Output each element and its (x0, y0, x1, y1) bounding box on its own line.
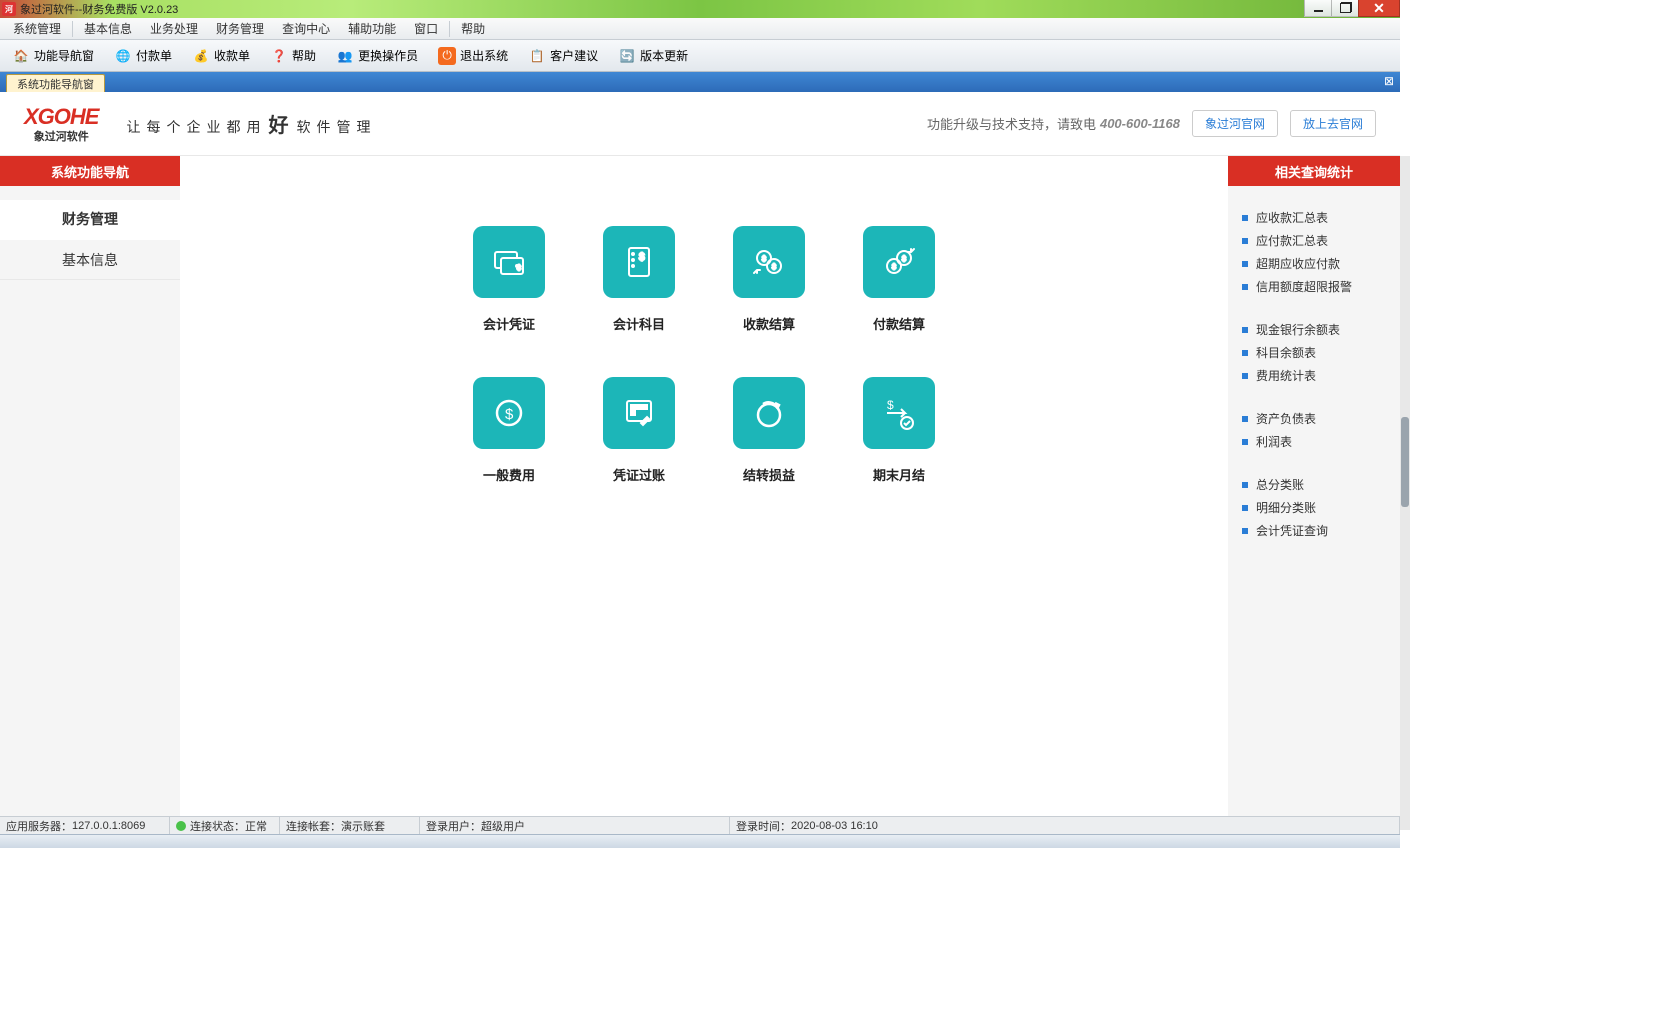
svg-text:$: $ (892, 264, 896, 271)
link-profit[interactable]: 利润表 (1228, 430, 1400, 453)
refresh-icon: 🔄 (618, 47, 636, 65)
svg-text:$: $ (762, 256, 766, 263)
help-icon: ❓ (270, 47, 288, 65)
link-official[interactable]: 象过河官网 (1192, 110, 1278, 137)
scrollbar[interactable] (1400, 156, 1410, 830)
user-icon: 👥 (336, 47, 354, 65)
tile-pay[interactable]: $$ 付款结算 (834, 226, 964, 333)
left-header: 系统功能导航 (0, 156, 180, 186)
menu-aux[interactable]: 辅助功能 (339, 18, 405, 39)
maximize-button[interactable] (1331, 0, 1359, 17)
monthend-icon: $ (879, 393, 919, 433)
toolbar-update[interactable]: 🔄版本更新 (610, 44, 696, 68)
minimize-button[interactable] (1304, 0, 1332, 17)
app-icon: 河 (2, 2, 16, 16)
home-icon: 🏠 (12, 47, 30, 65)
main-content: $ 会计凭证 $ 会计科目 $$ 收款结算 $$ 付款结算 $ 一般费用 凭证过… (180, 156, 1228, 830)
support-phone: 400-600-1168 (1100, 116, 1180, 131)
voucher-icon: $ (489, 242, 529, 282)
receive-icon: $$ (749, 242, 789, 282)
menu-business[interactable]: 业务处理 (141, 18, 207, 39)
toolbar-exit[interactable]: ⏻退出系统 (430, 44, 516, 68)
tile-grid: $ 会计凭证 $ 会计科目 $$ 收款结算 $$ 付款结算 $ 一般费用 凭证过… (180, 226, 1228, 484)
close-button[interactable]: ✕ (1358, 0, 1400, 17)
expense-icon: $ (489, 393, 529, 433)
tile-voucher[interactable]: $ 会计凭证 (444, 226, 574, 333)
window-title: 象过河软件--财务免费版 V2.0.23 (20, 1, 178, 17)
svg-text:$: $ (887, 398, 894, 412)
toolbar-help[interactable]: ❓帮助 (262, 44, 324, 68)
carry-icon (749, 393, 789, 433)
slogan: 让每个企业都用好软件管理 (126, 109, 376, 138)
window-titlebar: 河 象过河软件--财务免费版 V2.0.23 ✕ (0, 0, 1400, 18)
svg-text:$: $ (505, 406, 514, 423)
subject-icon: $ (619, 242, 659, 282)
toolbar-nav[interactable]: 🏠功能导航窗 (4, 44, 102, 68)
toolbar-receipt[interactable]: 💰收款单 (184, 44, 258, 68)
link-generalledger[interactable]: 总分类账 (1228, 473, 1400, 496)
menubar: 系统管理 基本信息 业务处理 财务管理 查询中心 辅助功能 窗口 帮助 (0, 18, 1400, 40)
coins-icon: 💰 (192, 47, 210, 65)
tab-nav[interactable]: 系统功能导航窗 (6, 74, 105, 92)
tile-expense[interactable]: $ 一般费用 (444, 377, 574, 484)
menu-finance[interactable]: 财务管理 (207, 18, 273, 39)
svg-text:$: $ (639, 252, 645, 263)
left-sidebar: 系统功能导航 财务管理 基本信息 (0, 156, 180, 830)
svg-text:$: $ (772, 264, 776, 271)
status-user: 超级用户 (481, 818, 525, 834)
link-detailledger[interactable]: 明细分类账 (1228, 496, 1400, 519)
tile-post[interactable]: 凭证过账 (574, 377, 704, 484)
scrollbar-thumb[interactable] (1401, 417, 1409, 507)
link-subjectbalance[interactable]: 科目余额表 (1228, 341, 1400, 364)
link-overdue[interactable]: 超期应收应付款 (1228, 252, 1400, 275)
note-icon: 📋 (528, 47, 546, 65)
svg-text:$: $ (902, 256, 906, 263)
link-voucherquery[interactable]: 会计凭证查询 (1228, 519, 1400, 542)
status-account: 演示账套 (341, 818, 385, 834)
link-creditlimit[interactable]: 信用额度超限报警 (1228, 275, 1400, 298)
link-top[interactable]: 放上去官网 (1290, 110, 1376, 137)
sidebar-item-finance[interactable]: 财务管理 (0, 200, 180, 240)
toolbar-payment[interactable]: 🌐付款单 (106, 44, 180, 68)
sidebar-item-baseinfo[interactable]: 基本信息 (0, 240, 180, 280)
status-time: 2020-08-03 16:10 (791, 820, 878, 832)
right-header: 相关查询统计 (1228, 156, 1400, 186)
link-cashbank[interactable]: 现金银行余额表 (1228, 318, 1400, 341)
menu-window[interactable]: 窗口 (405, 18, 447, 39)
toolbar-switchuser[interactable]: 👥更换操作员 (328, 44, 426, 68)
menu-query[interactable]: 查询中心 (273, 18, 339, 39)
menu-system[interactable]: 系统管理 (4, 18, 70, 39)
pay-icon: $$ (879, 242, 919, 282)
tile-receive[interactable]: $$ 收款结算 (704, 226, 834, 333)
link-balancesheet[interactable]: 资产负债表 (1228, 407, 1400, 430)
tabstrip: 系统功能导航窗 ⊠ (0, 72, 1400, 92)
link-expensestat[interactable]: 费用统计表 (1228, 364, 1400, 387)
svg-text:$: $ (517, 265, 521, 272)
tab-close-icon[interactable]: ⊠ (1382, 74, 1396, 88)
post-icon (619, 393, 659, 433)
status-server: 127.0.0.1:8069 (72, 820, 145, 832)
tile-carry[interactable]: 结转损益 (704, 377, 834, 484)
support-text: 功能升级与技术支持，请致电 (927, 114, 1096, 133)
tile-monthend[interactable]: $ 期末月结 (834, 377, 964, 484)
os-taskbar (0, 834, 1400, 848)
toolbar-feedback[interactable]: 📋客户建议 (520, 44, 606, 68)
menu-help[interactable]: 帮助 (452, 18, 494, 39)
status-dot-icon (176, 821, 186, 831)
status-conn: 正常 (245, 818, 267, 834)
link-receivable-summary[interactable]: 应收款汇总表 (1228, 206, 1400, 229)
link-payable-summary[interactable]: 应付款汇总表 (1228, 229, 1400, 252)
globe-icon: 🌐 (114, 47, 132, 65)
right-sidebar: 相关查询统计 应收款汇总表 应付款汇总表 超期应收应付款 信用额度超限报警 现金… (1228, 156, 1400, 830)
power-icon: ⏻ (438, 47, 456, 65)
toolbar: 🏠功能导航窗 🌐付款单 💰收款单 ❓帮助 👥更换操作员 ⏻退出系统 📋客户建议 … (0, 40, 1400, 72)
menu-baseinfo[interactable]: 基本信息 (75, 18, 141, 39)
brand-header: XGOHE 象过河软件 让每个企业都用好软件管理 功能升级与技术支持，请致电 4… (0, 92, 1400, 156)
tile-subject[interactable]: $ 会计科目 (574, 226, 704, 333)
statusbar: 应用服务器：127.0.0.1:8069 连接状态：正常 连接帐套：演示账套 登… (0, 816, 1400, 834)
logo: XGOHE 象过河软件 (24, 104, 98, 144)
